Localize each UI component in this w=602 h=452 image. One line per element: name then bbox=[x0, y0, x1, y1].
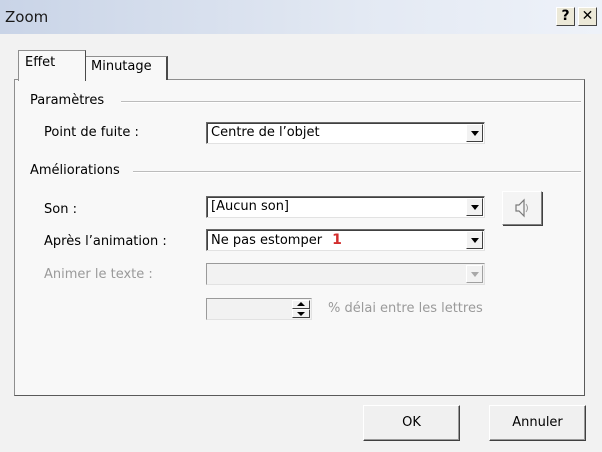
window-title: Zoom bbox=[5, 8, 49, 26]
close-button[interactable]: ✕ bbox=[578, 7, 597, 26]
chevron-down-icon[interactable] bbox=[466, 231, 483, 249]
spin-up-icon[interactable] bbox=[292, 300, 310, 309]
speaker-icon bbox=[515, 198, 528, 218]
tab-effet[interactable]: Effet bbox=[18, 50, 86, 81]
delai-spinner[interactable] bbox=[206, 298, 312, 320]
group-ameliorations-title: Améliorations bbox=[30, 163, 120, 178]
animer-texte-dropdown[interactable] bbox=[206, 263, 485, 285]
apres-animation-value: Ne pas estomper bbox=[211, 233, 323, 248]
point-de-fuite-value: Centre de l’objet bbox=[211, 125, 320, 140]
son-label: Son : bbox=[44, 202, 77, 217]
group-parametres-title: Paramètres bbox=[30, 93, 105, 108]
apres-animation-label: Après l’animation : bbox=[44, 234, 167, 249]
chevron-down-icon[interactable] bbox=[466, 265, 483, 283]
sound-preview-button[interactable] bbox=[502, 191, 542, 225]
group-parametres-divider bbox=[121, 101, 581, 103]
title-bar: Zoom ? ✕ bbox=[0, 0, 602, 34]
point-de-fuite-dropdown[interactable]: Centre de l’objet bbox=[206, 122, 485, 144]
tab-minutage[interactable]: Minutage bbox=[84, 56, 168, 80]
son-value: [Aucun son] bbox=[211, 199, 289, 214]
ok-button[interactable]: OK bbox=[363, 405, 460, 441]
chevron-down-icon[interactable] bbox=[466, 198, 483, 216]
help-button[interactable]: ? bbox=[556, 7, 575, 26]
spin-down-icon[interactable] bbox=[292, 309, 310, 318]
delai-suffix-label: % délai entre les lettres bbox=[328, 301, 483, 316]
point-de-fuite-label: Point de fuite : bbox=[44, 125, 139, 140]
son-dropdown[interactable]: [Aucun son] bbox=[206, 196, 485, 218]
annotation-marker: 1 bbox=[332, 232, 342, 248]
chevron-down-icon[interactable] bbox=[466, 124, 483, 142]
tab-effet-label: Effet bbox=[25, 55, 56, 70]
cancel-button[interactable]: Annuler bbox=[489, 405, 586, 441]
animer-texte-label: Animer le texte : bbox=[44, 267, 153, 282]
apres-animation-dropdown[interactable]: Ne pas estomper 1 bbox=[206, 229, 485, 251]
group-ameliorations-divider bbox=[133, 171, 581, 173]
tab-minutage-label: Minutage bbox=[91, 59, 152, 74]
